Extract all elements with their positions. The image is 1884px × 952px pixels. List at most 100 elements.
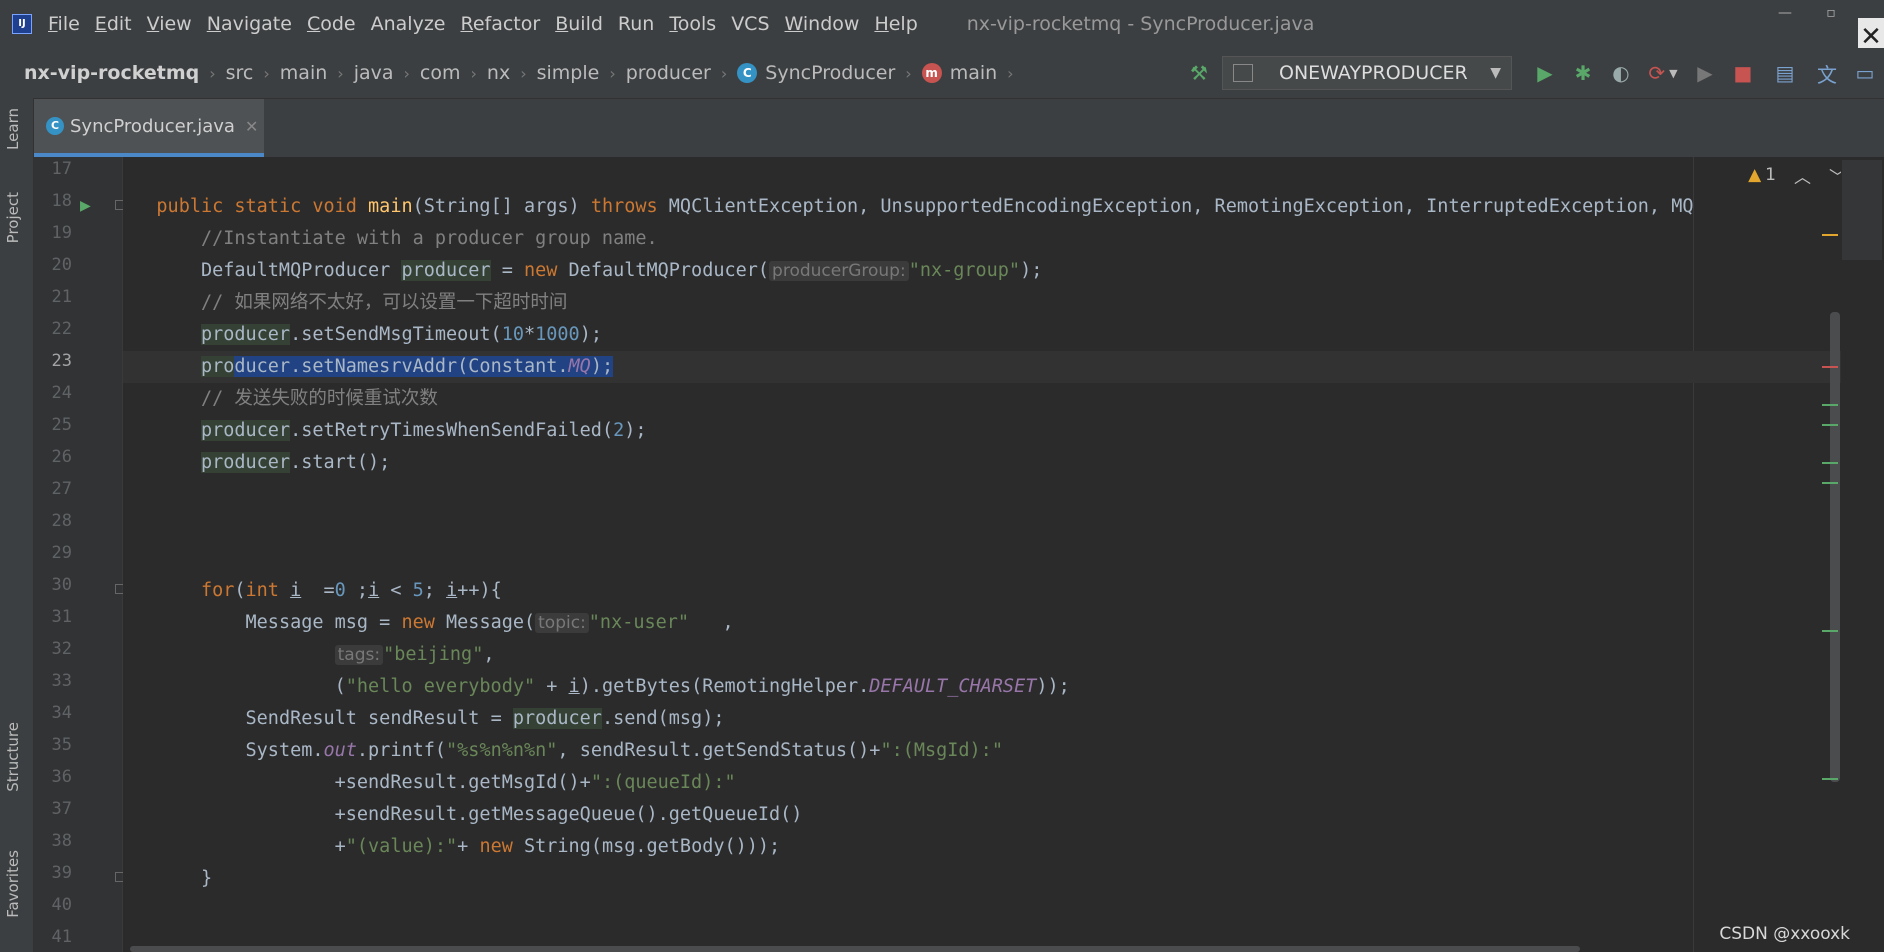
breadcrumb-main[interactable]: main [280,62,327,84]
code-line-30: for(int i =0 ;i < 5; i++){ [200,580,502,601]
breadcrumb-simple[interactable]: simple [537,62,600,84]
code-line-20: DefaultMQProducer producer = new Default… [200,260,1043,281]
chevron-right-icon: › [263,63,270,83]
maximize-button[interactable]: ▫ [1808,0,1854,30]
breadcrumb-java[interactable]: java [354,62,394,84]
warning-stripe-marker[interactable] [1822,234,1838,236]
code-editor[interactable]: public static void main(String[] args) t… [123,157,1841,952]
usage-stripe-marker[interactable] [1822,482,1838,484]
translate-icon[interactable]: 文 [1808,58,1846,88]
code-line-34: SendResult sendResult = producer.send(ms… [245,708,725,729]
menu-view[interactable]: View [147,13,192,35]
menu-tools[interactable]: Tools [669,13,716,35]
code-minimap[interactable] [1842,160,1882,260]
method-icon: m [921,63,942,83]
parameter-hint: tags: [334,645,384,665]
debug-bug-icon[interactable]: ✱ [1564,58,1602,88]
usage-stripe-marker[interactable] [1822,424,1838,426]
chevron-right-icon: › [609,63,616,83]
menu-edit[interactable]: Edit [95,13,132,35]
navigation-bar: nx-vip-rocketmq › src › main › java › com › n… [0,48,1884,99]
project-tool-button[interactable]: Project [4,192,22,243]
warning-icon: ▲ [1748,165,1762,185]
run-toolbar: ⚒ ONEWAYPRODUCER ▼ ▶ ✱ ◐ ⟳ ▼ ▶ ■ ▤ 文 ▭ [1180,48,1884,98]
learn-tool-button[interactable]: Learn [4,108,22,150]
breadcrumb-com[interactable]: com [420,62,461,84]
chevron-right-icon: › [520,63,527,83]
breadcrumb-nx[interactable]: nx [487,62,510,84]
menu-help[interactable]: Help [874,13,917,35]
parameter-hint: producerGroup: [769,261,909,281]
editor-right-area [1841,157,1884,952]
run-main-gutter-icon[interactable]: ▶ [80,198,91,214]
tab-syncproducer[interactable]: C SyncProducer.java ✕ [34,99,264,157]
structure-tool-button[interactable]: Structure [4,722,22,792]
menu-run[interactable]: Run [618,13,654,35]
editor-tab-bar: C SyncProducer.java ✕ [34,99,1884,157]
chevron-right-icon: › [1007,63,1014,83]
breadcrumb-project[interactable]: nx-vip-rocketmq [24,62,199,84]
minimize-button[interactable]: — [1762,0,1808,30]
inspection-widget[interactable]: ▲ 1 ︿ ﹀ [1748,157,1846,193]
code-line-23-current: producer.setNamesrvAddr(Constant.MQ); [123,351,1841,383]
coverage-icon[interactable]: ◐ [1602,58,1640,88]
breadcrumb-producer[interactable]: producer [626,62,711,84]
chevron-right-icon: › [337,63,344,83]
presentation-icon[interactable]: ▭ [1846,58,1884,88]
menu-navigate[interactable]: Navigate [207,13,292,35]
dropdown-arrow-icon: ▼ [1490,65,1501,81]
error-stripe-marker[interactable] [1822,366,1838,368]
usage-stripe-marker[interactable] [1822,630,1838,632]
previous-highlight-icon[interactable]: ︿ [1794,163,1811,188]
code-line-37: +sendResult.getMessageQueue().getQueueId… [334,804,803,825]
menu-refactor[interactable]: Refactor [460,13,540,35]
usage-stripe-marker[interactable] [1822,404,1838,406]
intellij-logo-icon: IJ [12,14,32,34]
run-icon[interactable]: ▶ [1526,58,1564,88]
favorites-tool-button[interactable]: Favorites [4,850,22,918]
code-line-25: producer.setRetryTimesWhenSendFailed(2); [200,420,647,441]
horizontal-scrollbar[interactable] [130,946,1580,952]
build-hammer-icon[interactable]: ⚒ [1180,58,1218,88]
menu-analyze[interactable]: Analyze [371,13,446,35]
rerun-icon[interactable]: ▶ [1686,58,1724,88]
code-line-33: ("hello everybody" + i).getBytes(Remotin… [334,676,1070,697]
project-structure-icon[interactable]: ▤ [1762,58,1808,88]
code-line-31: Message msg = new Message(topic: "nx-user… [245,612,734,633]
menu-window[interactable]: Window [785,13,860,35]
app-config-icon [1233,64,1253,82]
code-line-39: } [200,868,213,889]
code-line-26: producer.start(); [200,452,391,473]
run-config-name: ONEWAYPRODUCER [1279,62,1468,84]
code-line-22: producer.setSendMsgTimeout(10*1000); [200,324,602,345]
chevron-right-icon: › [403,63,410,83]
breadcrumb-class[interactable]: C SyncProducer [737,62,895,84]
usage-stripe-marker[interactable] [1822,462,1838,464]
parameter-hint: topic: [535,613,589,633]
close-tab-icon[interactable]: ✕ [245,117,258,136]
menu-bar: IJ File Edit View Navigate Code Analyze … [0,0,1884,58]
chevron-right-icon: › [905,63,912,83]
stop-icon[interactable]: ■ [1724,58,1762,88]
menu-vcs[interactable]: VCS [731,13,769,35]
code-line-38: +"(value):"+ new String(msg.getBody())); [334,836,781,857]
breadcrumb-method[interactable]: m main [921,62,997,84]
window-title: nx-vip-rocketmq - SyncProducer.java [966,13,1315,35]
chevron-right-icon: › [470,63,477,83]
breadcrumb-src[interactable]: src [226,62,254,84]
menu-code[interactable]: Code [307,13,356,35]
class-icon: C [46,117,64,135]
line-number-gutter[interactable]: 17 18 19 20 21 22 23 24 25 26 27 28 29 3… [34,157,123,952]
profile-icon[interactable]: ⟳ ▼ [1640,58,1686,88]
menu-file[interactable]: File [48,13,80,35]
chevron-right-icon: › [209,63,216,83]
vertical-scrollbar[interactable] [1830,312,1840,782]
chevron-right-icon: › [720,63,728,83]
text-selection: ducer.setNamesrvAddr(Constant. [234,356,569,377]
code-line-21: // 如果网络不太好，可以设置一下超时时间 [200,292,568,313]
code-line-36: +sendResult.getMsgId()+":(queueId):" [334,772,736,793]
usage-stripe-marker[interactable] [1822,778,1838,780]
run-config-select[interactable]: ONEWAYPRODUCER ▼ [1222,56,1512,90]
menu-build[interactable]: Build [555,13,603,35]
code-line-19: //Instantiate with a producer group name… [200,228,658,249]
